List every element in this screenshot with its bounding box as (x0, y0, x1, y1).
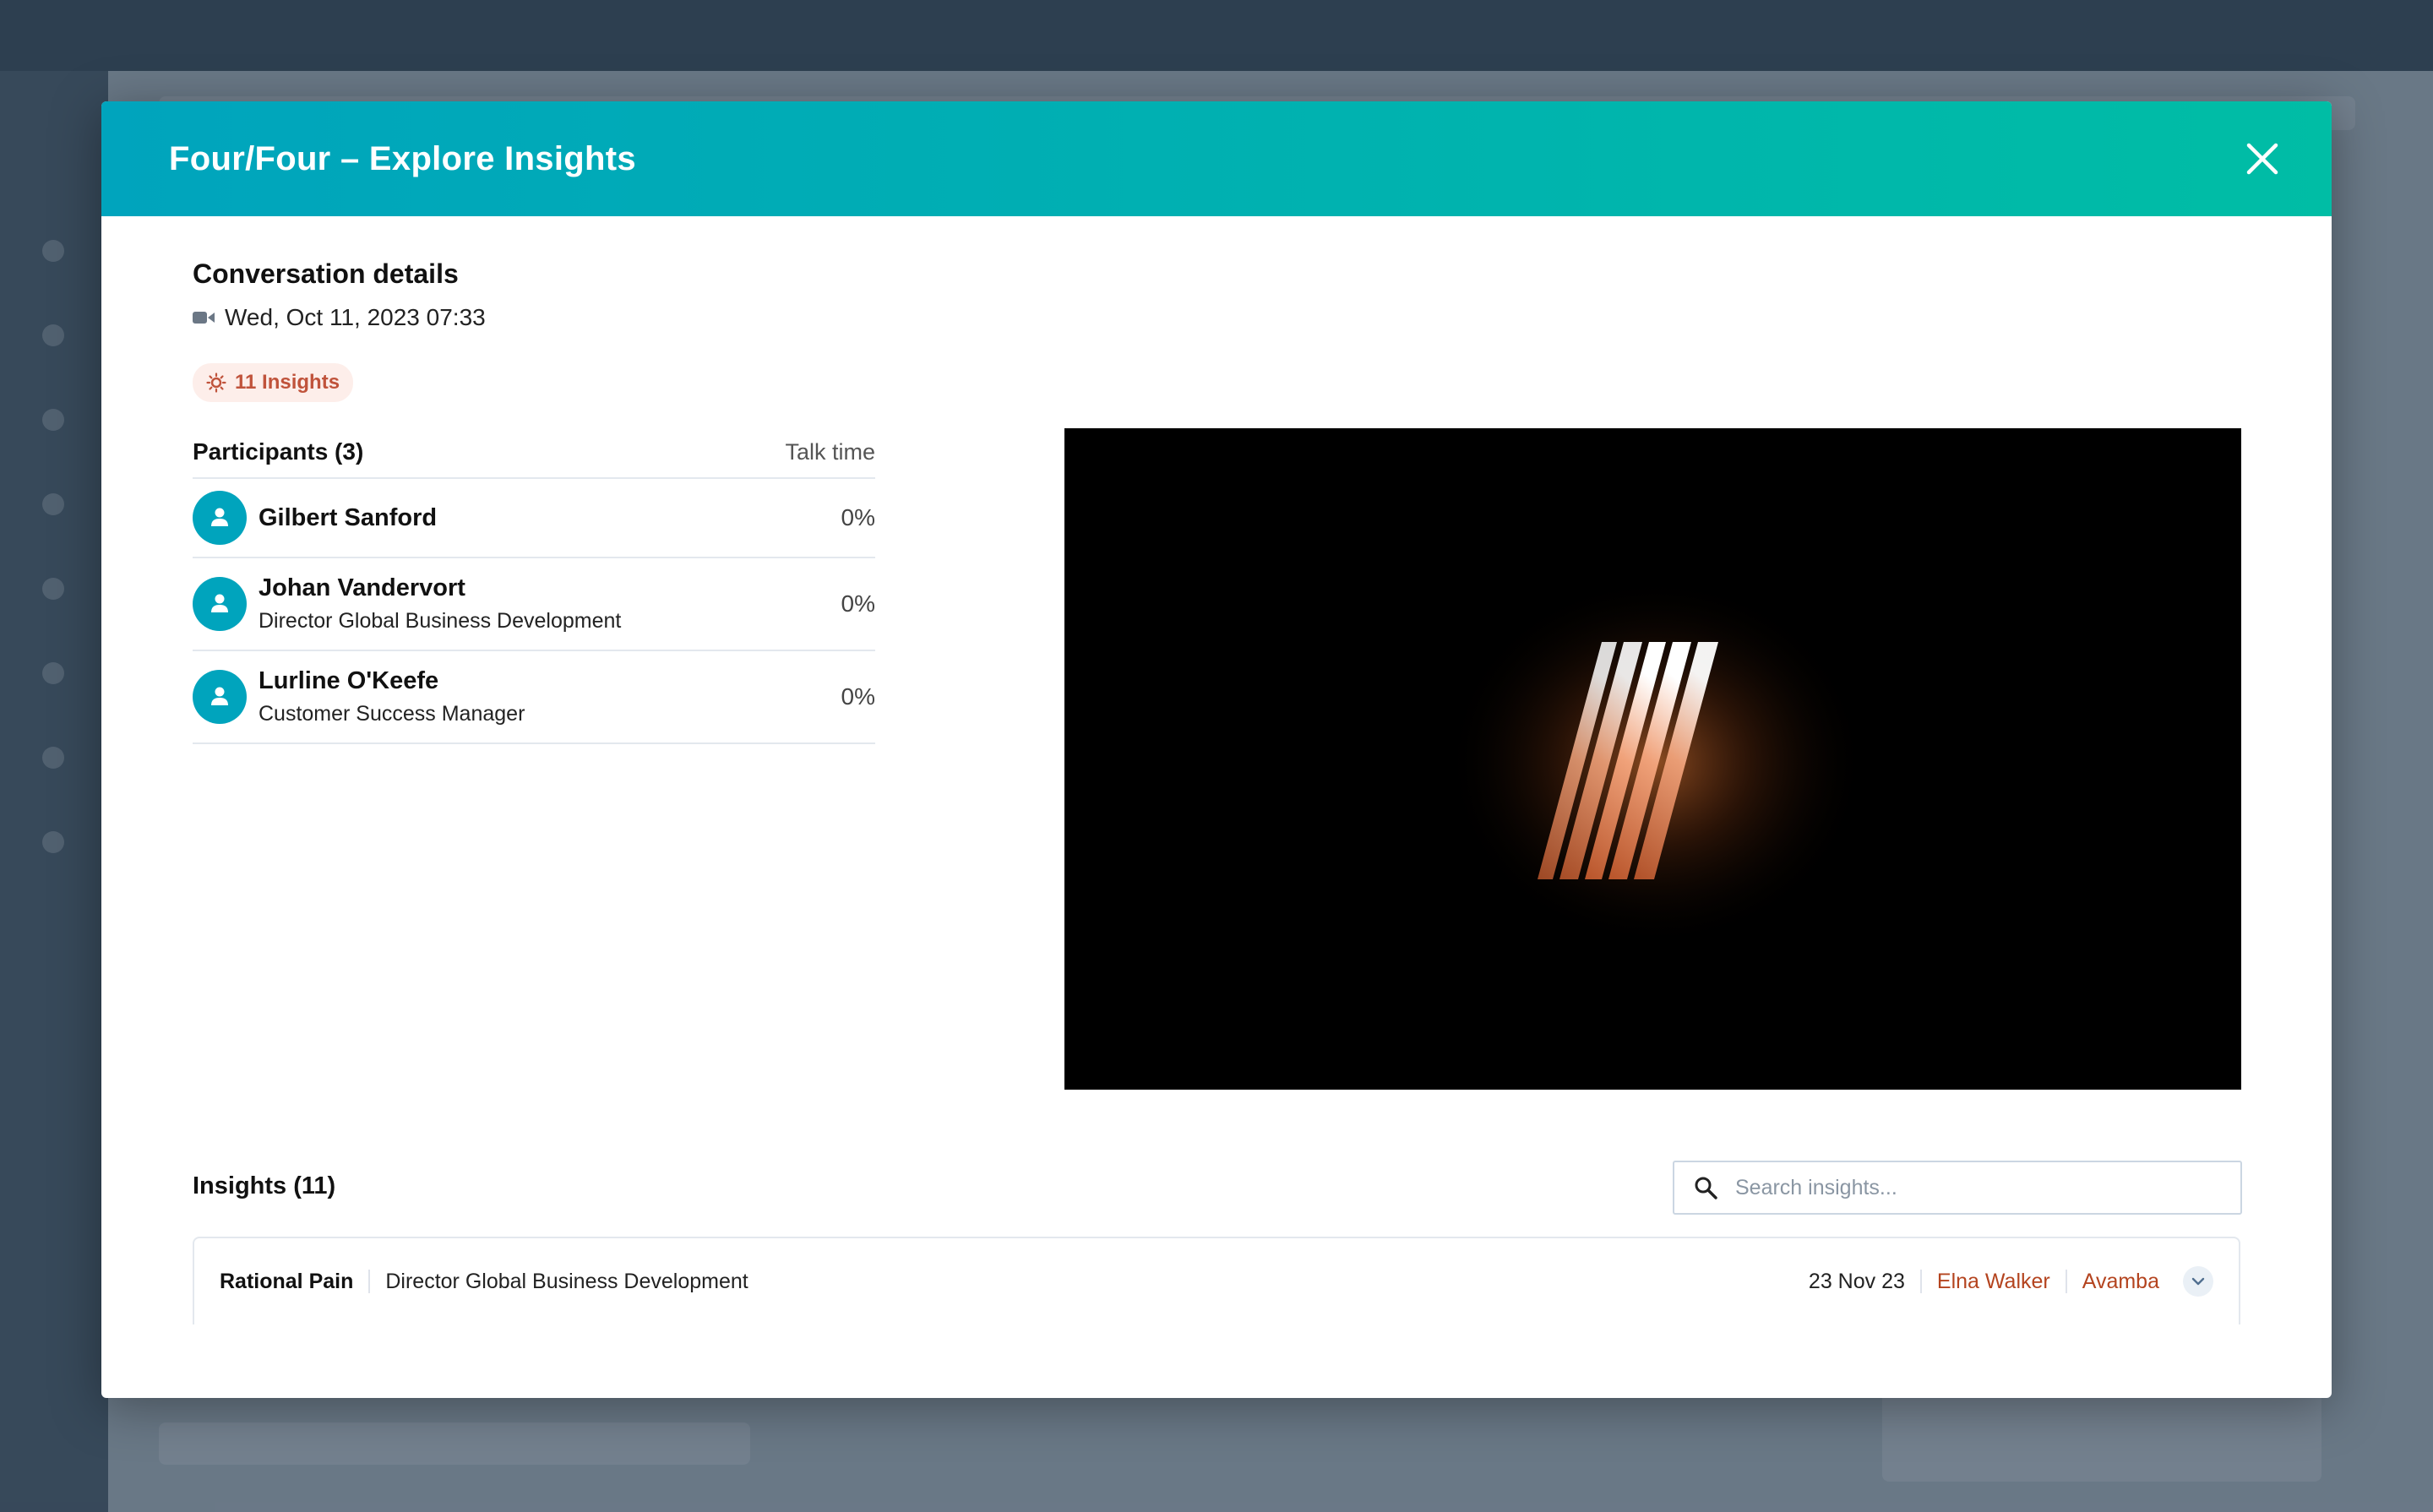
participants-header: Participants (3) Talk time (193, 427, 875, 479)
video-player[interactable] (1064, 428, 2241, 1090)
participant-name: Johan Vandervort (259, 574, 465, 601)
insights-badge-label: 11 Insights (235, 371, 340, 394)
participant-row: Gilbert Sanford 0% (193, 479, 875, 558)
avatar (193, 491, 247, 545)
insight-meta: 23 Nov 23 Elna Walker Avamba (1809, 1266, 2213, 1297)
conversation-date: Wed, Oct 11, 2023 07:33 (193, 304, 486, 331)
divider (2065, 1270, 2067, 1293)
participant-info: Johan Vandervort Director Global Busines… (259, 574, 841, 634)
user-icon (211, 594, 228, 612)
chevron-down-icon (2191, 1277, 2205, 1286)
video-camera-icon (193, 312, 215, 324)
participant-row: Lurline O'Keefe Customer Success Manager… (193, 651, 875, 744)
search-insights-input[interactable] (1734, 1174, 2227, 1201)
avatar (193, 577, 247, 631)
participants-title: Participants (3) (193, 438, 364, 465)
participants-table: Participants (3) Talk time Gilbert Sanfo… (193, 427, 875, 744)
insights-count-badge[interactable]: 11 Insights (193, 363, 354, 402)
user-icon (211, 508, 228, 526)
conversation-details-title: Conversation details (193, 258, 459, 289)
search-icon (1695, 1177, 1717, 1199)
participant-info: Lurline O'Keefe Customer Success Manager (259, 667, 841, 726)
expand-insight-button[interactable] (2183, 1266, 2213, 1297)
explore-insights-modal: Four/Four – Explore Insights Conversatio… (101, 101, 2332, 1398)
video-frame-logo (1445, 576, 1867, 948)
talk-time-header: Talk time (785, 438, 875, 465)
divider (1919, 1270, 1922, 1293)
insight-role: Director Global Business Development (385, 1269, 748, 1293)
insights-title: Insights (11) (193, 1172, 336, 1199)
participant-role: Director Global Business Development (259, 609, 622, 633)
divider (368, 1270, 371, 1293)
insight-owner-link[interactable]: Elna Walker (1937, 1270, 2050, 1294)
avatar (193, 670, 247, 724)
user-icon (211, 687, 228, 705)
participant-name: Lurline O'Keefe (259, 667, 439, 694)
conversation-date-text: Wed, Oct 11, 2023 07:33 (225, 304, 486, 330)
participant-talk-time: 0% (841, 504, 875, 530)
close-icon (2246, 143, 2278, 175)
lightbulb-icon (206, 373, 226, 393)
participant-row: Johan Vandervort Director Global Busines… (193, 558, 875, 651)
participant-role: Customer Success Manager (259, 702, 525, 726)
insights-search (1673, 1161, 2242, 1215)
insight-company-link[interactable]: Avamba (2082, 1270, 2159, 1294)
close-button[interactable] (2237, 133, 2288, 184)
participant-talk-time: 0% (841, 683, 875, 710)
insight-date: 23 Nov 23 (1808, 1269, 1905, 1293)
modal-title: Four/Four – Explore Insights (169, 139, 636, 177)
participant-talk-time: 0% (841, 590, 875, 617)
participant-name: Gilbert Sanford (259, 503, 438, 531)
participant-info: Gilbert Sanford (259, 504, 841, 532)
insight-row[interactable]: Rational Pain Director Global Business D… (193, 1237, 2240, 1324)
insight-type: Rational Pain (220, 1269, 354, 1293)
modal-header: Four/Four – Explore Insights (101, 101, 2332, 216)
